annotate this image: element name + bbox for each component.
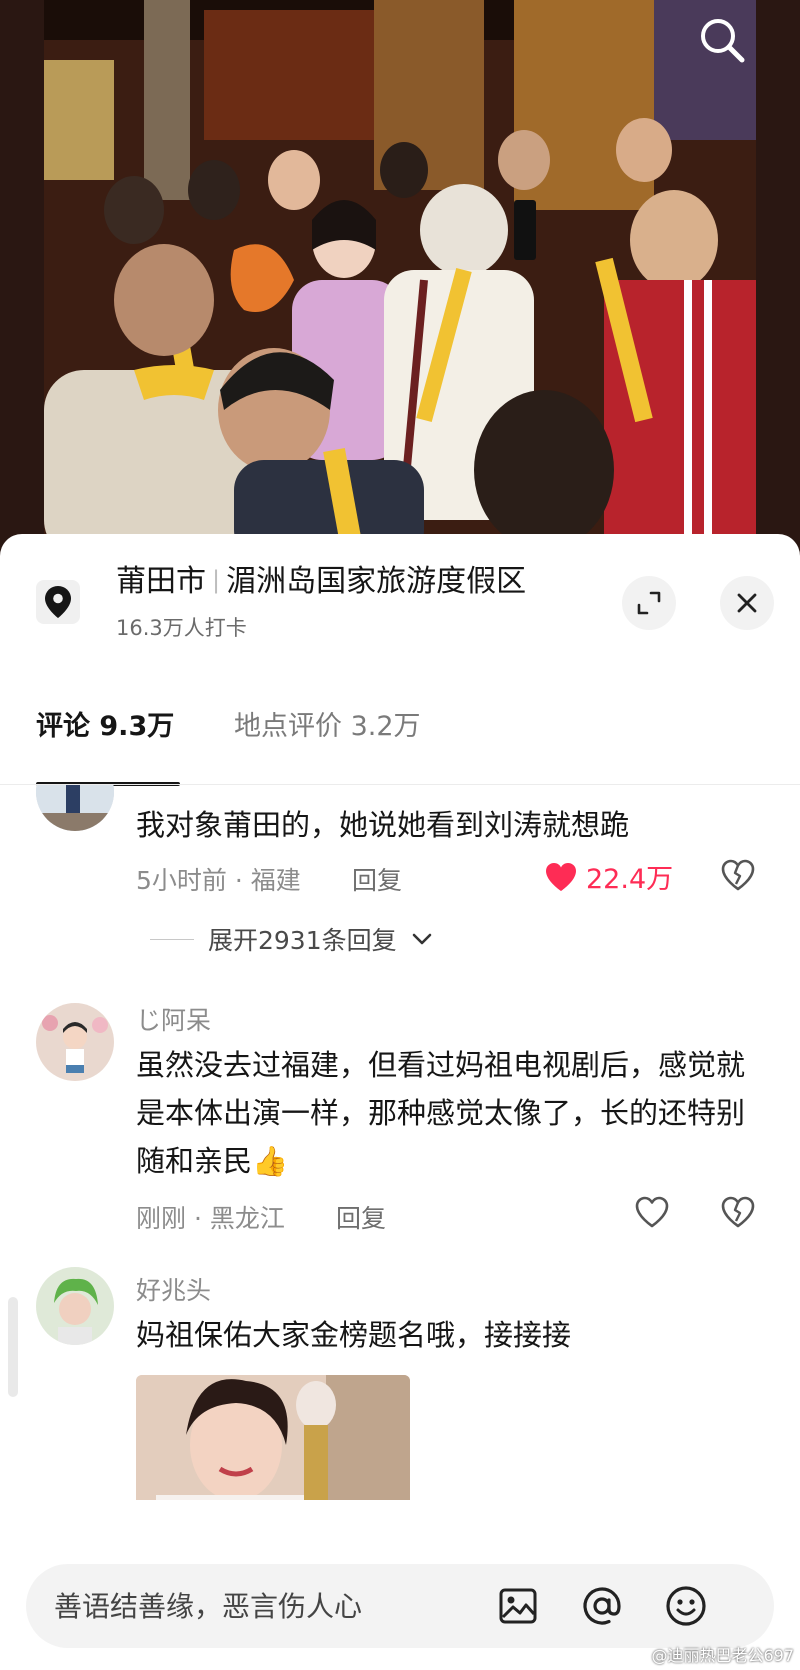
video-still-image — [44, 0, 756, 560]
comment-text: 虽然没去过福建，但看过妈祖电视剧后，感觉就是本体出演一样，那种感觉太像了，长的还… — [136, 1048, 746, 1178]
heart-icon — [546, 862, 576, 891]
expand-replies-label: 展开2931条回复 — [208, 926, 397, 955]
expand-replies-button[interactable]: 展开2931条回复 — [150, 921, 433, 957]
comment-input-bar: @迪丽热巴老公697 — [0, 1546, 800, 1670]
expand-icon — [637, 591, 661, 615]
comment-text: 妈祖保佑大家金榜题名哦，接接接 — [136, 1318, 572, 1352]
location-header[interactable]: 莆田市 | 湄洲岛国家旅游度假区 16.3万人打卡 — [0, 534, 800, 644]
location-title[interactable]: 莆田市 | 湄洲岛国家旅游度假区 — [116, 564, 526, 601]
search-button[interactable] — [696, 14, 748, 66]
image-button[interactable] — [496, 1584, 540, 1628]
tab-place-reviews[interactable]: 地点评价 3.2万 — [234, 710, 421, 744]
comment-tabs: 评论 9.3万 地点评价 3.2万 — [0, 684, 800, 786]
commenter-name[interactable]: 好兆头 — [136, 1271, 211, 1307]
checkin-count: 16.3万人打卡 — [116, 616, 247, 640]
expand-button[interactable] — [622, 576, 676, 630]
reply-button[interactable]: 回复 — [352, 861, 402, 897]
chevron-down-icon — [412, 933, 431, 945]
comment-input-box[interactable] — [26, 1564, 774, 1648]
comment-photo — [136, 1375, 410, 1500]
dislike-heart-icon — [721, 859, 755, 891]
commenter-avatar[interactable] — [36, 785, 114, 831]
dislike-button[interactable] — [720, 1195, 756, 1233]
location-city: 莆田市 — [116, 564, 206, 599]
close-icon — [737, 593, 757, 613]
image-icon — [499, 1588, 537, 1624]
dislike-button[interactable] — [720, 858, 756, 896]
avatar-image — [36, 785, 114, 831]
avatar-image — [36, 1003, 114, 1081]
search-icon — [701, 19, 745, 63]
reply-button[interactable]: 回复 — [336, 1199, 386, 1235]
at-icon — [583, 1587, 621, 1625]
watermark: @迪丽热巴老公697 — [651, 1646, 794, 1665]
comment-time-location: 刚刚 · 黑龙江 — [136, 1204, 285, 1233]
commenter-avatar[interactable] — [36, 1267, 114, 1345]
emoji-icon — [666, 1586, 706, 1626]
tab-comments[interactable]: 评论 9.3万 — [36, 710, 174, 744]
comment-list[interactable]: 我对象莆田的，她说她看到刘涛就想跪 5小时前 · 福建 回复 22.4万 展开2… — [0, 785, 800, 1500]
comment-text: 我对象莆田的，她说她看到刘涛就想跪 — [136, 808, 630, 842]
location-pin-badge — [36, 580, 80, 624]
like-button[interactable] — [634, 1195, 670, 1229]
location-pin-icon — [45, 586, 71, 618]
title-separator: | — [212, 566, 221, 594]
commenter-name[interactable]: じ阿呆 — [136, 1001, 211, 1037]
commenter-avatar[interactable] — [36, 1003, 114, 1081]
close-button[interactable] — [720, 576, 774, 630]
scroll-indicator[interactable] — [8, 1297, 18, 1397]
mention-button[interactable] — [580, 1584, 624, 1628]
dislike-heart-icon — [721, 1196, 755, 1228]
like-count: 22.4万 — [586, 864, 674, 895]
location-area: 湄洲岛国家旅游度假区 — [226, 564, 527, 599]
avatar-image — [36, 1267, 114, 1345]
heart-icon — [635, 1196, 669, 1228]
expand-line — [150, 938, 194, 940]
like-button[interactable]: 22.4万 — [544, 857, 673, 896]
comments-sheet: 莆田市 | 湄洲岛国家旅游度假区 16.3万人打卡 评论 9.3万 地点评价 3.2… — [0, 534, 800, 1670]
comment-image[interactable] — [136, 1375, 410, 1500]
comment-input[interactable] — [54, 1564, 474, 1648]
comment-time-location: 5小时前 · 福建 — [136, 866, 301, 895]
emoji-button[interactable] — [664, 1584, 708, 1628]
video-player[interactable] — [0, 0, 800, 560]
